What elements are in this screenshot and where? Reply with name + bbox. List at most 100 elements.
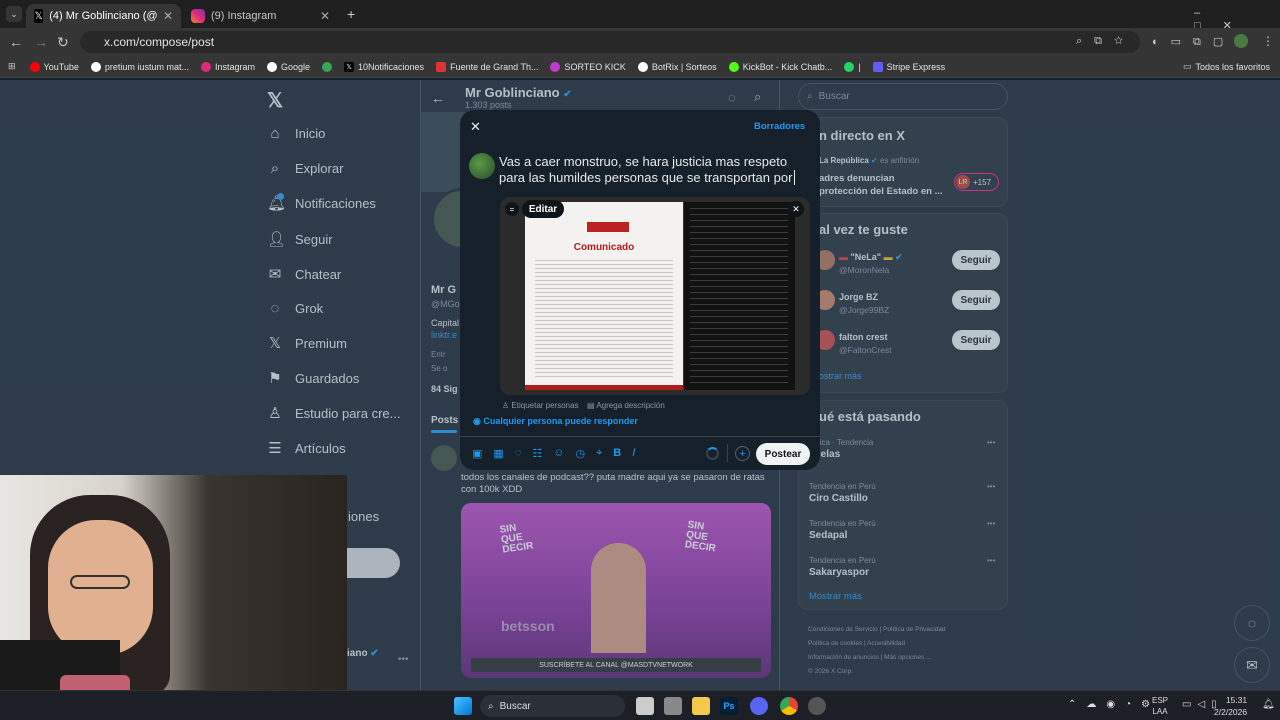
attached-media: Comunicado = Editar ✕	[500, 197, 810, 395]
search-icon: ⌕	[488, 700, 494, 712]
chrome-icon[interactable]	[780, 697, 798, 715]
tag-people-link[interactable]: ♙ Etiquetar personas	[502, 401, 579, 410]
bookmark-apps[interactable]	[322, 61, 333, 72]
browser-tab-bar: ⌄ 𝕏 (4) Mr Goblinciano (@MGoblinc... ✕ (…	[0, 0, 1280, 32]
divider	[460, 436, 820, 437]
caption-icon: ▤	[587, 401, 595, 410]
webcam-overlay	[0, 475, 347, 695]
bookmark-sorteo-kick[interactable]: SORTEO KICK	[550, 61, 626, 72]
botrix-icon	[637, 61, 648, 72]
language-indicator[interactable]: ESP LAA	[1152, 695, 1168, 717]
comunicado-title: Comunicado	[573, 242, 635, 253]
font-icon	[436, 61, 447, 72]
bookmark-fuente[interactable]: Fuente de Grand Th...	[436, 61, 538, 72]
comunicado-footer-bar	[525, 385, 683, 390]
comunicado-image: Comunicado	[525, 202, 683, 390]
reload-icon[interactable]: ↻	[57, 34, 69, 51]
compose-textarea[interactable]: Vas a caer monstruo, se hara justicia ma…	[499, 154, 805, 186]
italic-icon[interactable]: I	[632, 447, 635, 460]
close-tab-icon[interactable]: ✕	[320, 9, 330, 23]
edit-media-button[interactable]: Editar	[522, 200, 564, 218]
system-tray-icons[interactable]: ⌃☁◉◔⚙	[1068, 699, 1160, 710]
reply-setting[interactable]: ◉ Cualquier persona puede responder	[473, 416, 638, 427]
url-text: x.com/compose/post	[104, 35, 215, 49]
globe-icon: ◉	[473, 416, 481, 426]
close-icon[interactable]: ✕	[470, 119, 481, 135]
apps-icon[interactable]: ⊞	[8, 61, 16, 72]
gif-icon[interactable]: ▦	[493, 447, 503, 460]
tab-title: (9) Instagram	[211, 10, 277, 22]
file-explorer-icon[interactable]	[692, 697, 710, 715]
forward-icon[interactable]: →	[34, 34, 48, 50]
grok-icon[interactable]: ◌	[515, 447, 522, 460]
close-tab-icon[interactable]: ✕	[163, 9, 173, 23]
photoshop-icon[interactable]: Ps	[720, 697, 738, 715]
screenshot-text	[690, 208, 788, 384]
character-counter	[706, 447, 719, 460]
back-icon[interactable]: ←	[9, 34, 23, 50]
windows-start-icon[interactable]	[454, 697, 472, 715]
divider	[727, 444, 728, 462]
stripe-icon	[872, 61, 883, 72]
bookmark-kickbot[interactable]: KickBot - Kick Chatb...	[728, 61, 832, 72]
webcam-glasses	[70, 575, 130, 589]
folder-icon: ▭	[1182, 61, 1192, 71]
comunicado-body	[535, 260, 673, 380]
menu-icon[interactable]: =	[505, 202, 519, 216]
all-bookmarks[interactable]: ▭ Todos los favoritos	[1183, 61, 1270, 72]
bookmark-botrix[interactable]: BotRix | Sorteos	[637, 61, 717, 72]
google-icon	[90, 61, 101, 72]
bookmark-whatsapp[interactable]: |	[844, 61, 861, 72]
bookmarks-bar: ⊞ YouTube pretium iustum mat... Instagra…	[0, 56, 1280, 78]
discord-icon[interactable]	[750, 697, 768, 715]
ministry-logo	[587, 222, 629, 232]
bookmark-instagram[interactable]: Instagram	[200, 61, 255, 72]
clock[interactable]: 15:31 2/2/2026	[1214, 694, 1247, 718]
new-tab-icon[interactable]: +	[347, 6, 355, 22]
kick-icon	[550, 61, 561, 72]
bookmark-stripe[interactable]: Stripe Express	[872, 61, 945, 72]
add-post-icon[interactable]: +	[735, 446, 750, 461]
google-icon	[266, 61, 277, 72]
profile-avatar[interactable]	[1234, 34, 1248, 48]
instagram-icon	[191, 9, 205, 23]
remove-media-icon[interactable]: ✕	[788, 201, 804, 217]
kickbot-icon	[728, 61, 739, 72]
schedule-icon[interactable]: ◷	[575, 447, 585, 460]
compose-toolbar: ▣ ▦ ◌ ☷ ☺ ◷ ⌖ B I	[472, 447, 635, 460]
image-icon[interactable]: ▣	[472, 447, 482, 460]
obs-icon[interactable]	[808, 697, 826, 715]
task-view-icon[interactable]	[636, 697, 654, 715]
tab-search-icon[interactable]: ⌄	[6, 6, 22, 22]
notifications-icon[interactable]: 🔔︎	[1262, 699, 1275, 710]
location-icon[interactable]: ⌖	[596, 447, 602, 460]
drafts-button[interactable]: Borradores	[754, 121, 805, 132]
bookmark-10notificaciones[interactable]: 𝕏 10Notificaciones	[344, 61, 424, 72]
whatsapp-icon	[844, 61, 855, 72]
bookmark-pretium[interactable]: pretium iustum mat...	[90, 61, 189, 72]
taskbar-search[interactable]: ⌕ Buscar	[480, 695, 625, 717]
poll-icon[interactable]: ☷	[532, 447, 542, 460]
extension-icons[interactable]: ◐▭⧉▢	[1152, 35, 1235, 49]
add-description-link[interactable]: ▤ Agrega descripción	[587, 401, 665, 410]
tab-title: (4) Mr Goblinciano (@MGoblinc...	[49, 10, 157, 22]
bold-icon[interactable]: B	[613, 447, 621, 460]
browser-menu-icon[interactable]: ⋮	[1262, 34, 1274, 48]
compose-modal: ✕ Borradores Vas a caer monstruo, se har…	[460, 110, 820, 470]
bookmark-youtube[interactable]: YouTube	[29, 61, 79, 72]
instagram-icon	[200, 61, 211, 72]
screenshot-image	[683, 202, 795, 390]
x-logo-icon: 𝕏	[34, 9, 44, 23]
composer-avatar[interactable]	[469, 153, 495, 179]
app-icon[interactable]	[664, 697, 682, 715]
tab-x-profile[interactable]: 𝕏 (4) Mr Goblinciano (@MGoblinc... ✕	[26, 4, 181, 28]
pinwheel-icon	[322, 61, 333, 72]
address-bar[interactable]: x.com/compose/post	[80, 31, 1140, 53]
address-actions[interactable]: ⌕⧉☆	[1076, 35, 1135, 48]
tab-instagram[interactable]: (9) Instagram ✕	[183, 4, 338, 28]
bookmark-google[interactable]: Google	[266, 61, 310, 72]
post-button[interactable]: Postear	[756, 443, 810, 465]
person-icon: ♙	[502, 401, 510, 410]
youtube-icon	[29, 61, 40, 72]
emoji-icon[interactable]: ☺	[553, 447, 564, 460]
